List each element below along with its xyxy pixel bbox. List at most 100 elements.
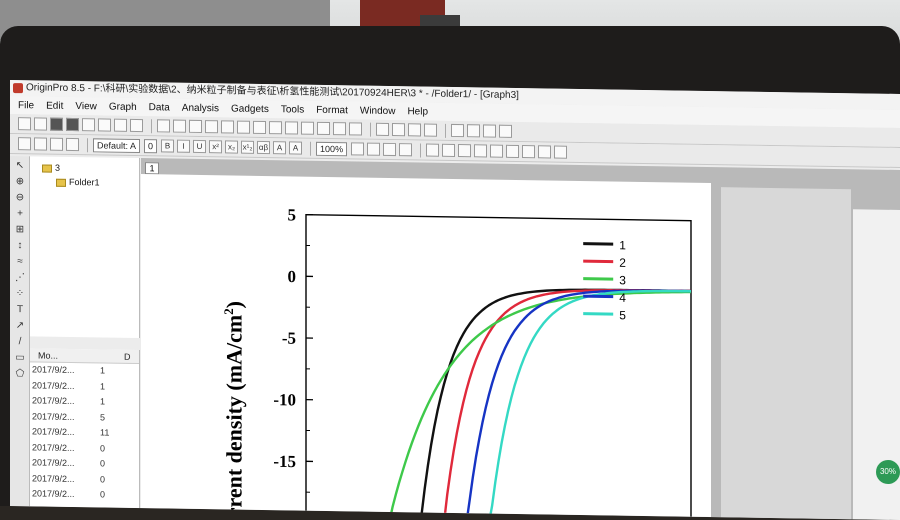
column-modified[interactable]: Mo... bbox=[38, 350, 58, 360]
supersubscript-button[interactable]: x¹₂ bbox=[241, 141, 254, 154]
align-bottom-icon[interactable] bbox=[490, 145, 503, 158]
text-tool-icon[interactable]: T bbox=[14, 304, 26, 316]
menu-help[interactable]: Help bbox=[407, 106, 428, 117]
list-item[interactable]: 2017/9/2...5 bbox=[30, 409, 139, 426]
list-item[interactable]: 2017/9/2...1 bbox=[30, 393, 139, 410]
data-selector-icon[interactable]: ↕ bbox=[14, 240, 26, 252]
new-notes-icon[interactable] bbox=[130, 119, 143, 132]
group-icon[interactable] bbox=[506, 145, 519, 158]
font-select[interactable]: Default: A bbox=[93, 138, 140, 153]
line-style-icon[interactable] bbox=[383, 143, 396, 156]
list-item[interactable]: 2017/9/2...0 bbox=[30, 440, 139, 457]
copy-page-icon[interactable] bbox=[349, 122, 362, 135]
list-item-date: 2017/9/2... bbox=[32, 411, 75, 422]
region-tool-icon[interactable]: ⬠ bbox=[14, 368, 26, 380]
menu-format[interactable]: Format bbox=[316, 104, 348, 115]
new-worksheet-icon[interactable] bbox=[34, 117, 47, 130]
line-tool-icon[interactable]: / bbox=[14, 336, 26, 348]
decrease-font-button[interactable]: A bbox=[289, 141, 302, 154]
apps-icon[interactable] bbox=[50, 138, 63, 151]
rectangle-tool-icon[interactable]: ▭ bbox=[14, 352, 26, 364]
list-item[interactable]: 2017/9/2...11 bbox=[30, 424, 139, 441]
open-template-icon[interactable] bbox=[173, 120, 186, 133]
menu-window[interactable]: Window bbox=[360, 105, 396, 117]
screen-reader-icon[interactable]: + bbox=[14, 208, 26, 220]
menu-tools[interactable]: Tools bbox=[281, 104, 304, 115]
save-template-icon[interactable] bbox=[205, 120, 218, 133]
export-icon[interactable] bbox=[285, 121, 298, 134]
new-graph-icon[interactable] bbox=[66, 118, 79, 131]
layer-management-icon[interactable] bbox=[408, 123, 421, 136]
toolbar-separator bbox=[420, 143, 421, 157]
pointer-icon[interactable]: ↖ bbox=[14, 160, 26, 172]
align-top-icon[interactable] bbox=[474, 144, 487, 157]
list-item[interactable]: 2017/9/2...0 bbox=[30, 486, 139, 503]
recalculate-icon[interactable] bbox=[333, 122, 346, 135]
front-icon[interactable] bbox=[538, 145, 551, 158]
subscript-button[interactable]: x₂ bbox=[225, 140, 238, 153]
project-explorer-icon[interactable] bbox=[34, 137, 47, 150]
zoom-select[interactable]: 100% bbox=[316, 141, 347, 155]
layer-tab[interactable]: 1 bbox=[145, 162, 159, 174]
menu-edit[interactable]: Edit bbox=[46, 100, 63, 111]
underline-button[interactable]: U bbox=[193, 140, 206, 153]
rescale-icon[interactable] bbox=[392, 123, 405, 136]
ungroup-icon[interactable] bbox=[522, 145, 535, 158]
gadget-icon[interactable] bbox=[66, 138, 79, 151]
tree-root[interactable]: 3 bbox=[42, 163, 60, 173]
bold-button[interactable]: B bbox=[161, 139, 174, 152]
script-window-icon[interactable] bbox=[467, 124, 480, 137]
tree-folder1[interactable]: Folder1 bbox=[56, 177, 100, 188]
list-item[interactable]: 2017/9/2...1 bbox=[30, 378, 139, 395]
mask-points-icon[interactable]: ⁘ bbox=[14, 288, 26, 300]
print-icon[interactable] bbox=[269, 121, 282, 134]
new-function-icon[interactable] bbox=[82, 118, 95, 131]
new-layout-icon[interactable] bbox=[98, 118, 111, 131]
line-color-icon[interactable] bbox=[351, 142, 364, 155]
new-excel-icon[interactable] bbox=[114, 119, 127, 132]
align-left-icon[interactable] bbox=[426, 144, 439, 157]
font-size-select[interactable]: 0 bbox=[144, 139, 157, 153]
align-right-icon[interactable] bbox=[458, 144, 471, 157]
italic-button[interactable]: I bbox=[177, 140, 190, 153]
arrow-tool-icon[interactable]: ↗ bbox=[14, 320, 26, 332]
import-multiple-icon[interactable] bbox=[237, 121, 250, 134]
list-item-date: 2017/9/2... bbox=[32, 473, 75, 484]
fill-color-icon[interactable] bbox=[367, 143, 380, 156]
open-icon[interactable] bbox=[157, 119, 170, 132]
import-ascii-icon[interactable] bbox=[221, 120, 234, 133]
code-builder-icon[interactable] bbox=[451, 124, 464, 137]
zoom-out-icon[interactable]: ⊖ bbox=[14, 192, 26, 204]
menu-gadgets[interactable]: Gadgets bbox=[231, 103, 269, 115]
duplicate-icon[interactable] bbox=[317, 122, 330, 135]
menu-file[interactable]: File bbox=[18, 100, 34, 111]
menu-view[interactable]: View bbox=[75, 101, 97, 112]
align-center-icon[interactable] bbox=[442, 144, 455, 157]
command-window-icon[interactable] bbox=[483, 124, 496, 137]
list-item[interactable]: 2017/9/2...1 bbox=[30, 362, 139, 379]
import-wizard-icon[interactable] bbox=[253, 121, 266, 134]
draw-data-icon[interactable]: ≈ bbox=[14, 256, 26, 268]
menu-graph[interactable]: Graph bbox=[109, 101, 137, 112]
superscript-button[interactable]: x² bbox=[209, 140, 222, 153]
column-d[interactable]: D bbox=[124, 352, 131, 362]
pattern-icon[interactable] bbox=[399, 143, 412, 156]
new-project-icon[interactable] bbox=[18, 117, 31, 130]
list-item[interactable]: 2017/9/2...0 bbox=[30, 455, 139, 472]
back-icon[interactable] bbox=[554, 146, 567, 159]
zoom-in-icon[interactable]: ⊕ bbox=[14, 176, 26, 188]
add-layer-icon[interactable] bbox=[376, 123, 389, 136]
refresh-icon[interactable] bbox=[301, 122, 314, 135]
menu-data[interactable]: Data bbox=[149, 102, 170, 113]
menu-analysis[interactable]: Analysis bbox=[182, 102, 219, 114]
new-matrix-icon[interactable] bbox=[50, 118, 63, 131]
data-reader-icon[interactable]: ⊞ bbox=[14, 224, 26, 236]
increase-font-button[interactable]: A bbox=[273, 141, 286, 154]
save-project-icon[interactable] bbox=[189, 120, 202, 133]
greek-button[interactable]: αβ bbox=[257, 141, 270, 154]
merge-graph-icon[interactable] bbox=[424, 124, 437, 137]
list-item[interactable]: 2017/9/2...0 bbox=[30, 471, 139, 488]
region-mask-icon[interactable]: ⋰ bbox=[14, 272, 26, 284]
results-log-icon[interactable] bbox=[499, 125, 512, 138]
new-folder-icon[interactable] bbox=[18, 137, 31, 150]
